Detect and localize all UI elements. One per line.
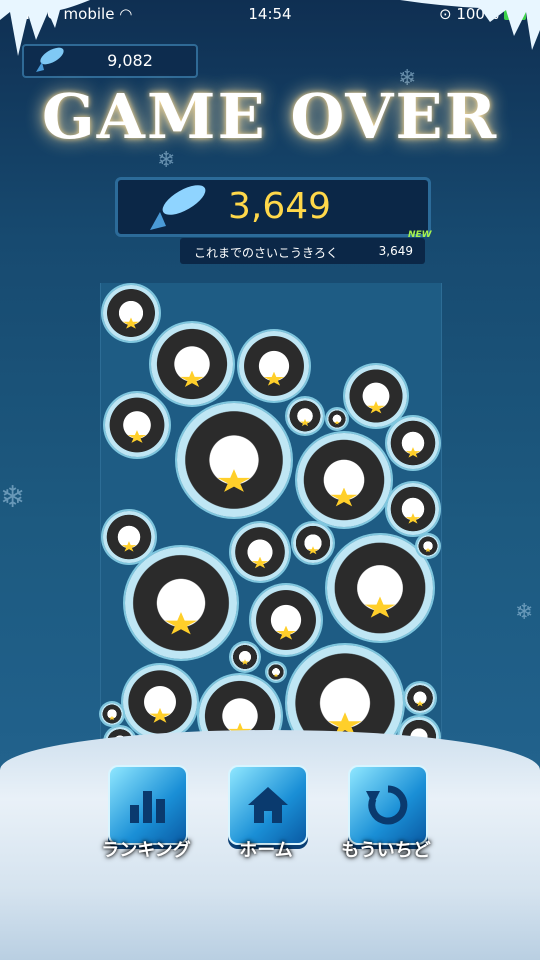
- best-score-label: これまでのさいこうきろく: [194, 246, 339, 260]
- penguin-ball: [293, 523, 333, 563]
- penguin-ball: [345, 365, 407, 427]
- fish-count-value: 9,082: [107, 51, 153, 70]
- penguin-ball: [287, 398, 323, 434]
- penguin-ball: [123, 665, 197, 739]
- penguin-ball: [103, 285, 159, 341]
- penguin-ball: [405, 683, 435, 713]
- score-panel: 3,649: [115, 177, 431, 237]
- penguin-ball: [251, 585, 321, 655]
- icicle-decoration-right: [400, 0, 540, 50]
- retry-button[interactable]: [348, 765, 428, 845]
- new-record-badge: NEW: [408, 230, 432, 240]
- penguin-ball: [417, 535, 439, 557]
- penguin-ball: [297, 433, 391, 527]
- penguin-ball: [327, 409, 347, 429]
- penguin-ball: [125, 547, 237, 659]
- home-button-label[interactable]: ホーム: [196, 836, 336, 862]
- snowflake-icon: ❄: [0, 480, 26, 515]
- penguin-ball: [327, 535, 433, 641]
- home-button[interactable]: [228, 765, 308, 845]
- game-over-title: GAME OVER: [41, 80, 499, 153]
- penguin-ball: [231, 643, 259, 671]
- penguin-ball: [387, 483, 439, 535]
- penguin-ball: [177, 403, 291, 517]
- score-value: 3,649: [228, 186, 332, 227]
- penguin-ball: [103, 511, 155, 563]
- ranking-button-label[interactable]: ランキング: [76, 836, 216, 862]
- home-icon: [248, 787, 288, 823]
- penguin-ball: [231, 523, 289, 581]
- penguin-ball: [105, 393, 169, 457]
- penguin-ball: [151, 323, 233, 405]
- best-score-value: 3,649: [378, 244, 413, 258]
- fish-icon: [36, 47, 64, 72]
- penguin-ball: [387, 417, 439, 469]
- penguin-ball: [239, 331, 309, 401]
- fish-currency-counter: 9,082: [22, 44, 198, 78]
- penguin-ball: [267, 663, 285, 681]
- fish-icon: [150, 185, 206, 230]
- refresh-icon: [366, 785, 408, 825]
- bar-chart-icon: [130, 791, 165, 823]
- best-score-row: これまでのさいこうきろく 3,649: [180, 238, 425, 264]
- ranking-button[interactable]: [108, 765, 188, 845]
- game-board: [100, 283, 442, 761]
- snowflake-icon: ❄: [515, 600, 534, 625]
- retry-button-label[interactable]: もういちど: [316, 836, 456, 862]
- penguin-ball: [101, 703, 123, 725]
